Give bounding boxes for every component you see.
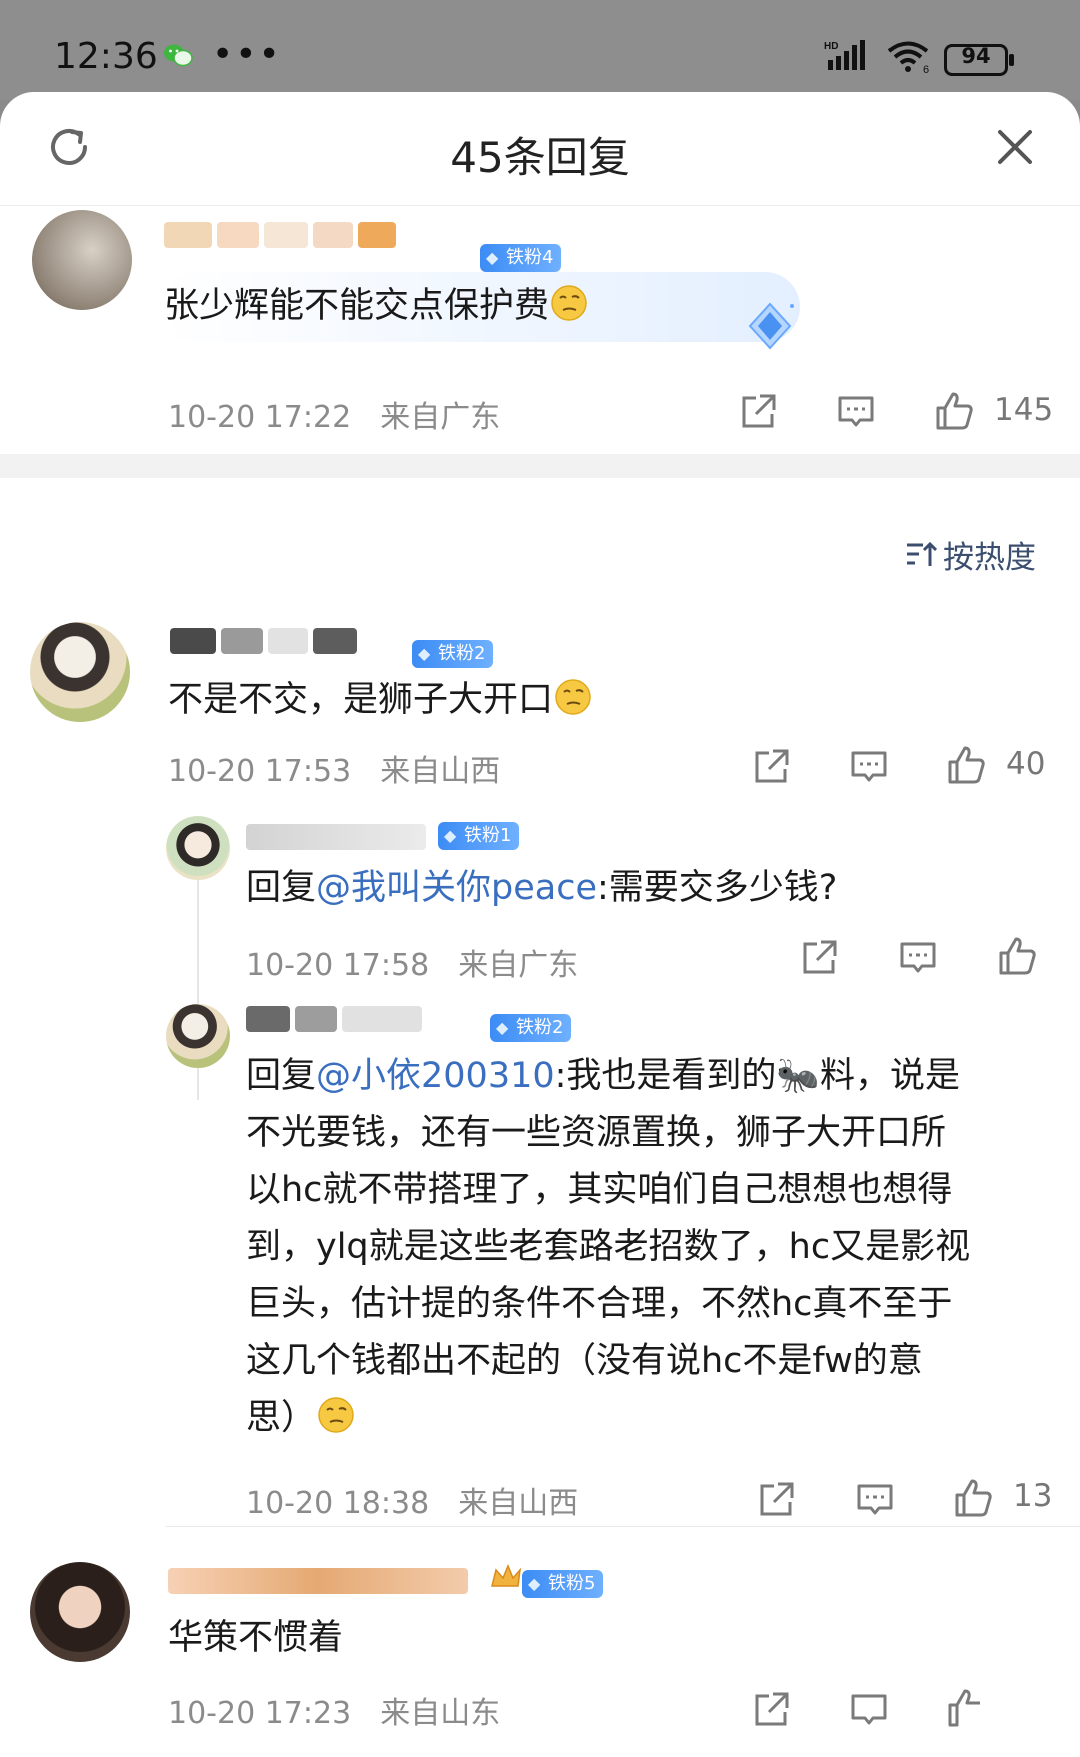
diamond-decoration-icon bbox=[742, 298, 798, 358]
share-icon[interactable] bbox=[751, 747, 791, 791]
comment-text-content: 不是不交，是狮子大开口 bbox=[168, 680, 554, 720]
like-icon[interactable] bbox=[946, 1687, 988, 1733]
avatar[interactable] bbox=[166, 1004, 230, 1068]
sort-label: 按热度 bbox=[943, 540, 1036, 576]
wechat-icon bbox=[163, 42, 193, 72]
comment-meta: 10-20 17:53 来自山西 bbox=[168, 746, 500, 790]
username-blurred[interactable] bbox=[168, 1568, 488, 1608]
comment-icon[interactable] bbox=[898, 938, 938, 982]
status-bar: 12:36 ••• HD 6 94 bbox=[0, 0, 1080, 100]
status-more-dots: ••• bbox=[212, 34, 282, 75]
row-separator bbox=[166, 1526, 1080, 1527]
status-time: 12:36 bbox=[54, 36, 158, 77]
comment-icon[interactable] bbox=[849, 1690, 889, 1734]
comment-location: 来自山西 bbox=[380, 754, 501, 789]
reply-line: 这几个钱都出不起的（没有说hc不是fw的意 bbox=[246, 1341, 923, 1381]
like-count: 145 bbox=[994, 392, 1054, 428]
avatar[interactable] bbox=[32, 210, 132, 310]
comment-date: 10-20 17:53 bbox=[168, 754, 352, 789]
username-blurred[interactable] bbox=[246, 824, 436, 864]
replies-sheet: 45条回复 铁粉4 张少辉能不能交点保护费 10-20 17:22 来自广东 bbox=[0, 92, 1080, 1757]
share-icon[interactable] bbox=[799, 938, 839, 982]
like-count: 40 bbox=[1006, 746, 1046, 782]
reply-meta: 10-20 17:58 来自广东 bbox=[246, 940, 578, 984]
reply-prefix: 回复 bbox=[246, 1056, 317, 1096]
like-icon[interactable] bbox=[953, 1477, 995, 1523]
comment-location: 来自广东 bbox=[380, 400, 501, 435]
page-title: 45条回复 bbox=[450, 133, 630, 182]
like-count: 13 bbox=[1013, 1478, 1053, 1514]
comment-text-content: 张少辉能不能交点保护费 bbox=[164, 286, 550, 326]
comment-meta: 10-20 17:22 来自广东 bbox=[168, 392, 500, 436]
comment-icon[interactable] bbox=[836, 392, 876, 436]
reply-line: 思） bbox=[246, 1398, 317, 1438]
avatar[interactable] bbox=[30, 1562, 130, 1662]
sheet-header: 45条回复 bbox=[0, 92, 1080, 206]
mention-link[interactable]: @小依200310 bbox=[316, 1056, 555, 1096]
thinking-emoji-icon bbox=[551, 285, 587, 321]
reply-text: 回复@小依200310:我也是看到的🐜料，说是 不光要钱，还有一些资源置换，狮子… bbox=[246, 1048, 1036, 1447]
fan-badge: 铁粉2 bbox=[490, 1014, 572, 1042]
fan-badge: 铁粉4 bbox=[480, 244, 562, 272]
comment-meta: 10-20 17:23 来自山东 bbox=[168, 1688, 500, 1732]
reply-text-content: :需要交多少钱? bbox=[597, 868, 838, 908]
share-icon[interactable] bbox=[751, 1690, 791, 1734]
reply-date: 10-20 18:38 bbox=[246, 1486, 430, 1521]
comment-text: 不是不交，是狮子大开口 bbox=[168, 672, 593, 729]
comment-text: 华策不惯着 bbox=[168, 1618, 344, 1658]
comment-icon[interactable] bbox=[855, 1480, 895, 1524]
comment-date: 10-20 17:23 bbox=[168, 1696, 352, 1731]
reply-line: 不光要钱，还有一些资源置换，狮子大开口所 bbox=[246, 1113, 947, 1153]
close-icon[interactable] bbox=[996, 128, 1034, 170]
comment-location: 来自山东 bbox=[380, 1696, 501, 1731]
reply-line: :我也是看到的🐜料，说是 bbox=[554, 1056, 960, 1096]
sort-icon bbox=[907, 541, 937, 566]
reply-meta: 10-20 18:38 来自山西 bbox=[246, 1478, 578, 1522]
thinking-emoji-icon bbox=[318, 1397, 354, 1433]
battery-icon: 94 bbox=[944, 44, 1014, 76]
fan-badge: 铁粉5 bbox=[522, 1570, 604, 1598]
avatar[interactable] bbox=[30, 622, 130, 722]
fan-badge: 铁粉1 bbox=[438, 822, 520, 850]
username-blurred[interactable] bbox=[170, 628, 410, 668]
reply-text: 回复@我叫关你peace:需要交多少钱? bbox=[246, 860, 837, 917]
comment-icon[interactable] bbox=[849, 747, 889, 791]
crown-icon bbox=[488, 1560, 524, 1600]
like-icon[interactable] bbox=[997, 935, 1039, 981]
comment-date: 10-20 17:22 bbox=[168, 400, 352, 435]
share-icon[interactable] bbox=[756, 1480, 796, 1524]
reply-location: 来自广东 bbox=[458, 948, 579, 983]
reply-line: 到，ylq就是这些老套路老招数了，hc又是影视 bbox=[246, 1227, 971, 1267]
reply-line: 以hc就不带搭理了，其实咱们自己想想也想得 bbox=[246, 1170, 953, 1210]
svg-text:6: 6 bbox=[923, 64, 929, 74]
section-divider bbox=[0, 454, 1080, 478]
mention-link[interactable]: @我叫关你peace bbox=[316, 868, 597, 908]
svg-text:HD: HD bbox=[824, 41, 838, 52]
fan-badge: 铁粉2 bbox=[412, 640, 494, 668]
comment-text: 张少辉能不能交点保护费 bbox=[164, 278, 589, 335]
avatar[interactable] bbox=[166, 816, 230, 880]
wifi-icon: 6 bbox=[886, 40, 934, 78]
share-icon[interactable] bbox=[738, 392, 778, 436]
reply-line: 巨头，估计提的条件不合理，不然hc真不至于 bbox=[246, 1284, 953, 1324]
thinking-emoji-icon bbox=[555, 679, 591, 715]
like-icon[interactable] bbox=[946, 744, 988, 790]
battery-level: 94 bbox=[961, 44, 991, 68]
sort-by-hot-button[interactable]: 按热度 bbox=[905, 532, 1036, 577]
like-icon[interactable] bbox=[934, 390, 976, 436]
signal-icon: HD bbox=[824, 40, 874, 76]
username-blurred[interactable] bbox=[246, 1006, 486, 1046]
reply-date: 10-20 17:58 bbox=[246, 948, 430, 983]
reply-location: 来自山西 bbox=[458, 1486, 579, 1521]
reply-prefix: 回复 bbox=[246, 868, 317, 908]
username-blurred[interactable] bbox=[164, 222, 464, 262]
